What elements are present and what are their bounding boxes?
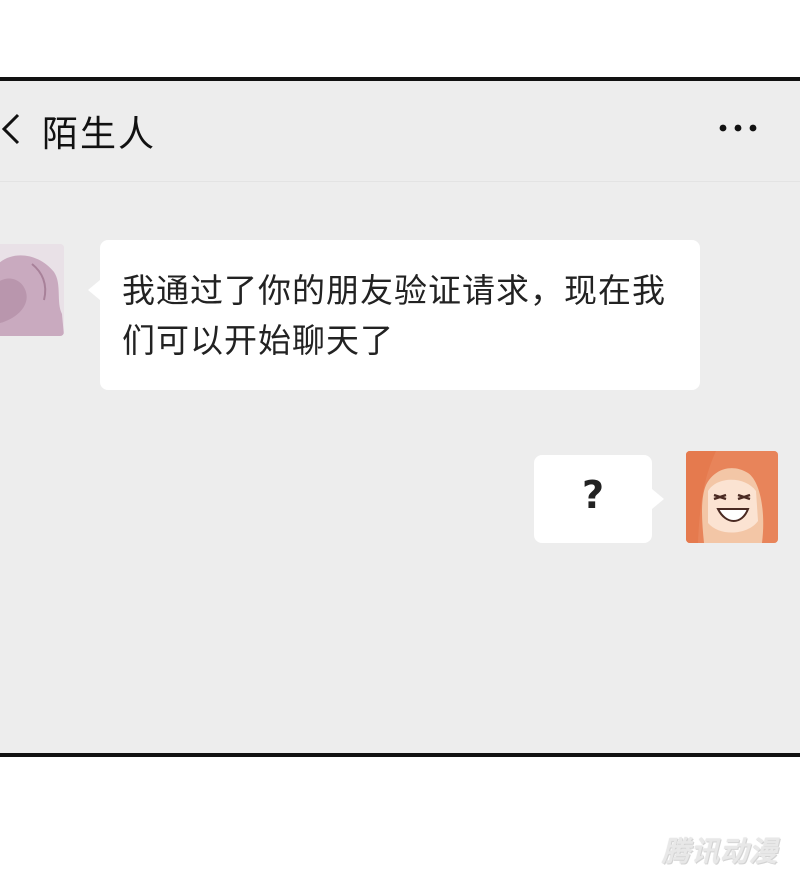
message-text: ? [581,473,605,517]
watermark-logo: 腾讯动漫 [661,835,778,868]
message-bubble-incoming[interactable]: 我通过了你的朋友验证请求，现在我们可以开始聊天了 [88,240,700,390]
chat-title: 陌生人 [42,114,157,155]
contact-avatar[interactable] [0,244,64,336]
more-horizontal-icon[interactable] [718,123,758,133]
message-text: 我通过了你的朋友验证请求，现在我们可以开始聊天了 [122,271,666,360]
chat-screen: 陌生人 我通过了你的朋友验证请求，现在我们可以开始聊天了 ? [0,77,800,757]
message-bubble-outgoing[interactable]: ? [534,455,664,543]
user-avatar[interactable] [686,451,778,543]
chevron-left-icon[interactable] [0,111,26,147]
chat-header: 陌生人 [0,81,800,182]
